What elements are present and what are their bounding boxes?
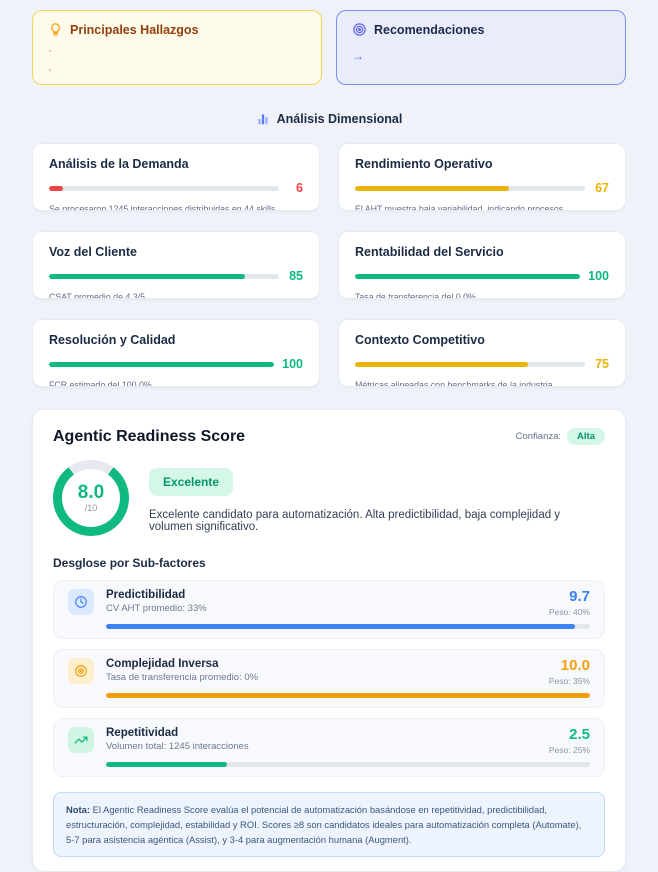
bullseye-icon [352, 22, 367, 37]
subfactor-weight: Peso: 35% [549, 676, 590, 686]
dimension-card: Rentabilidad del Servicio 100 Tasa de tr… [338, 231, 626, 299]
readiness-score-max: /10 [85, 503, 98, 513]
dimension-score: 6 [287, 181, 303, 195]
subfactor-value: 2.5 [549, 727, 590, 742]
summary-row: Principales Hallazgos ·· Recomendaciones… [32, 10, 626, 85]
dimension-description: FCR estimado del 100.0%. [49, 380, 303, 387]
dimension-score: 75 [593, 357, 609, 371]
dimension-progress-track [355, 186, 585, 191]
subfactor-row: Complejidad Inversa Tasa de transferenci… [53, 649, 605, 708]
subfactor-progress-fill [106, 762, 227, 767]
dimension-title: Rentabilidad del Servicio [355, 245, 609, 259]
agentic-readiness-card: Agentic Readiness Score Confianza: Alta … [32, 409, 626, 872]
confidence-badge: Alta [567, 428, 605, 445]
recommendations-card: Recomendaciones → [336, 10, 626, 85]
dimension-card: Análisis de la Demanda 6 Se procesaron 1… [32, 143, 320, 211]
dimension-description: El AHT muestra baja variabilidad, indica… [355, 204, 609, 211]
finding-bullet: · [48, 46, 306, 56]
readiness-gauge: 8.0 /10 [53, 460, 129, 536]
breakdown-title: Desglose por Sub-factores [53, 556, 605, 570]
dimension-title: Voz del Cliente [49, 245, 303, 259]
dimension-score: 67 [593, 181, 609, 195]
rating-badge: Excelente [149, 468, 233, 496]
dimension-description: CSAT promedio de 4.3/5. [49, 292, 303, 299]
confidence-label: Confianza: [516, 431, 561, 442]
findings-list: ·· [48, 46, 306, 75]
subfactor-progress-track [106, 624, 590, 629]
subfactor-name: Predictibilidad [106, 589, 549, 601]
dimension-score: 100 [282, 357, 303, 371]
dimension-title: Rendimiento Operativo [355, 157, 609, 171]
subfactor-row: Repetitividad Volumen total: 1245 intera… [53, 718, 605, 777]
findings-title: Principales Hallazgos [70, 23, 199, 37]
subfactor-name: Complejidad Inversa [106, 658, 549, 670]
readiness-description: Excelente candidato para automatización.… [149, 509, 605, 533]
subfactor-weight: Peso: 40% [549, 607, 590, 617]
subfactor-weight: Peso: 25% [549, 745, 590, 755]
readiness-score: 8.0 [78, 483, 104, 503]
subfactor-detail: Volumen total: 1245 interacciones [106, 741, 549, 752]
subfactor-list: Predictibilidad CV AHT promedio: 33% 9.7… [53, 580, 605, 777]
dimension-card: Voz del Cliente 85 CSAT promedio de 4.3/… [32, 231, 320, 299]
subfactor-progress-track [106, 762, 590, 767]
dimension-card: Contexto Competitivo 75 Métricas alinead… [338, 319, 626, 387]
dimension-progress-fill [49, 274, 245, 279]
confidence-indicator: Confianza: Alta [516, 428, 605, 445]
bar-chart-icon [256, 112, 270, 126]
dimension-description: Tasa de transferencia del 0.0%. [355, 292, 609, 299]
dimension-score: 85 [287, 269, 303, 283]
recommendations-title: Recomendaciones [374, 23, 484, 37]
dimension-progress-track [49, 362, 274, 367]
agentic-title: Agentic Readiness Score [53, 428, 245, 446]
target-icon [68, 658, 94, 684]
note-label: Nota: [66, 804, 90, 815]
subfactor-row: Predictibilidad CV AHT promedio: 33% 9.7… [53, 580, 605, 639]
dimension-description: Métricas alineadas con benchmarks de la … [355, 380, 609, 387]
dimension-card: Rendimiento Operativo 67 El AHT muestra … [338, 143, 626, 211]
dimensional-analysis-header: Análisis Dimensional [32, 112, 626, 126]
dimension-progress-track [49, 186, 279, 191]
section-title: Análisis Dimensional [277, 112, 403, 126]
subfactor-progress-fill [106, 693, 590, 698]
dimension-progress-fill [355, 362, 528, 367]
dimension-title: Contexto Competitivo [355, 333, 609, 347]
subfactor-detail: Tasa de transferencia promedio: 0% [106, 672, 549, 683]
note-text: El Agentic Readiness Score evalúa el pot… [66, 804, 581, 845]
subfactor-progress-fill [106, 624, 575, 629]
report-page: Principales Hallazgos ·· Recomendaciones… [0, 0, 658, 872]
dimension-card: Resolución y Calidad 100 FCR estimado de… [32, 319, 320, 387]
dimension-progress-fill [355, 186, 509, 191]
subfactor-value: 9.7 [549, 589, 590, 604]
dimension-progress-fill [355, 274, 580, 279]
dimension-score: 100 [588, 269, 609, 283]
subfactor-detail: CV AHT promedio: 33% [106, 603, 549, 614]
dimension-progress-fill [49, 362, 274, 367]
finding-bullet: · [48, 65, 306, 75]
clock-icon [68, 589, 94, 615]
methodology-note: Nota: El Agentic Readiness Score evalúa … [53, 792, 605, 857]
subfactor-value: 10.0 [549, 658, 590, 673]
subfactor-progress-track [106, 693, 590, 698]
dimension-progress-fill [49, 186, 63, 191]
dimension-title: Análisis de la Demanda [49, 157, 303, 171]
subfactor-name: Repetitividad [106, 727, 549, 739]
dimension-progress-track [355, 362, 585, 367]
dimension-progress-track [49, 274, 279, 279]
dimension-title: Resolución y Calidad [49, 333, 303, 347]
dimension-progress-track [355, 274, 580, 279]
findings-card: Principales Hallazgos ·· [32, 10, 322, 85]
recommendation-arrow: → [352, 49, 610, 63]
trend-up-icon [68, 727, 94, 753]
lightbulb-icon [48, 22, 63, 37]
dimension-description: Se procesaron 1245 interacciones distrib… [49, 204, 303, 211]
dimension-grid: Análisis de la Demanda 6 Se procesaron 1… [32, 143, 626, 387]
